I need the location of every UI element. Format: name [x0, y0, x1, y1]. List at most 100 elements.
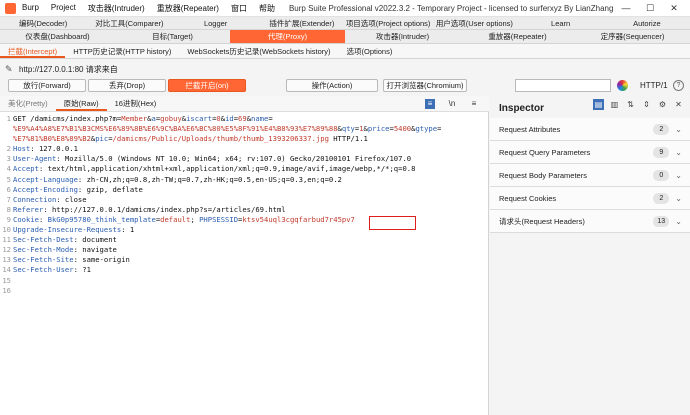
chevron-down-icon[interactable]: ⌄: [675, 148, 682, 157]
newline-icon[interactable]: \n: [447, 99, 457, 109]
inspector-row[interactable]: 请求头(Request Headers) 13 ⌄: [490, 210, 690, 233]
main-tab[interactable]: 用户选项(User options): [431, 17, 517, 29]
wrap-lines-icon[interactable]: ≡: [425, 99, 435, 109]
chevron-down-icon[interactable]: ⌄: [675, 217, 682, 226]
code-token: : Mozilla/5.0 (Windows NT 10.0; Win64; x…: [56, 154, 412, 164]
line-number: 2: [6, 144, 11, 154]
main-tab[interactable]: 攻击器(Intruder): [345, 30, 460, 43]
minimize-icon[interactable]: —: [614, 3, 638, 14]
inspector-row-label: Request Body Parameters: [499, 170, 587, 180]
line-content: Referer: http://127.0.0.1/damicms/index.…: [13, 205, 286, 215]
inspector-row-count: 2: [653, 123, 670, 135]
code-token: Accept: [13, 164, 39, 174]
code-line: 15: [0, 276, 489, 286]
main-tab[interactable]: 插件扩展(Extender): [259, 17, 345, 29]
code-token: name: [251, 114, 269, 123]
maximize-icon[interactable]: ☐: [638, 3, 662, 14]
code-token: Accept-Language: [13, 174, 78, 184]
code-token: Sec-Fetch-User: [13, 265, 74, 275]
inspector-row[interactable]: Request Cookies 2 ⌄: [490, 187, 690, 210]
main-tab[interactable]: Learn: [518, 17, 604, 29]
comment-input[interactable]: [515, 79, 611, 92]
code-token: : 127.0.0.1: [30, 144, 78, 154]
menu-item[interactable]: 重放器(Repeater): [151, 3, 225, 14]
highlight-color-icon[interactable]: [617, 80, 628, 91]
proxy-subtab[interactable]: 选项(Options): [339, 44, 401, 58]
menu-item[interactable]: Project: [45, 3, 82, 14]
main-tab[interactable]: 重放器(Repeater): [460, 30, 575, 43]
forward-button[interactable]: 放行(Forward): [8, 79, 86, 92]
proxy-subtab[interactable]: HTTP历史记录(HTTP history): [65, 44, 179, 58]
drop-button[interactable]: 丢弃(Drop): [88, 79, 166, 92]
code-token: ;: [190, 214, 200, 224]
tab-pretty[interactable]: 美化(Pretty): [0, 96, 56, 111]
chevron-down-icon[interactable]: ⌄: [675, 194, 682, 203]
main-tab[interactable]: 编码(Decoder): [0, 17, 86, 29]
code-token: ktsv54uql3cgqfarbud7r45pv7: [242, 214, 355, 224]
code-token: iscart: [186, 114, 213, 123]
proxy-subtab[interactable]: WebSockets历史记录(WebSockets history): [179, 44, 338, 58]
code-token: Upgrade-Insecure-Requests: [13, 225, 122, 235]
code-token: price: [367, 124, 390, 134]
line-number: 8: [6, 204, 11, 214]
code-token: 5400: [393, 124, 412, 134]
proxy-subtabs: 拦截(Intercept) HTTP历史记录(HTTP history) WebSo…: [0, 44, 690, 59]
proxy-subtab[interactable]: 拦截(Intercept): [0, 44, 66, 58]
code-token: : 1: [121, 225, 135, 235]
http-version-label[interactable]: HTTP/1: [640, 81, 668, 90]
main-tab[interactable]: 对比工具(Comparer): [86, 17, 172, 29]
main-tab[interactable]: 项目选项(Project options): [345, 17, 431, 29]
action-button[interactable]: 操作(Action): [286, 79, 378, 92]
code-line: 7 Connection: close: [0, 195, 489, 205]
code-token: PHPSESSID: [199, 214, 239, 224]
price-highlight-box: [369, 216, 416, 230]
main-tab[interactable]: Autorize: [604, 17, 690, 29]
sort-icon[interactable]: ⇅: [625, 99, 636, 110]
menu-item[interactable]: 攻击器(Intruder): [82, 3, 151, 14]
layout-list-icon[interactable]: ▤: [593, 99, 604, 110]
code-line: 16: [0, 286, 489, 296]
chevron-down-icon[interactable]: ⌄: [675, 171, 682, 180]
inspector-row[interactable]: Request Body Parameters 0 ⌄: [490, 164, 690, 187]
main-tab[interactable]: 仪表盘(Dashboard): [0, 30, 115, 43]
gear-icon[interactable]: ⚙: [657, 99, 668, 110]
inspector-row[interactable]: Request Query Parameters 9 ⌄: [490, 141, 690, 164]
chevron-down-icon[interactable]: ⌄: [675, 125, 682, 134]
open-browser-button[interactable]: 打开浏览器(Chromium): [383, 79, 467, 92]
code-token: id: [225, 114, 234, 123]
code-token: : http://127.0.0.1/damicms/index.php?s=/…: [43, 204, 286, 214]
main-tab[interactable]: 定序器(Sequencer): [575, 30, 690, 43]
tab-raw[interactable]: 原始(Raw): [55, 96, 107, 111]
intercept-toggle-button[interactable]: 拦截开启(on): [168, 79, 246, 92]
inspector-row[interactable]: Request Attributes 2 ⌄: [490, 118, 690, 141]
code-token: default: [160, 214, 191, 224]
main-tab[interactable]: 目标(Target): [115, 30, 230, 43]
code-token: =: [268, 114, 273, 123]
main-tab[interactable]: Logger: [173, 17, 259, 29]
expand-icon[interactable]: ⇕: [641, 99, 652, 110]
code-token: Member: [121, 114, 148, 123]
code-token: : zh-CN,zh;q=0.8,zh-TW;q=0.7,zh-HK;q=0.5…: [77, 174, 342, 184]
inspector-row-label: Request Query Parameters: [499, 147, 591, 157]
main-tab[interactable]: 代理(Proxy): [230, 30, 345, 43]
request-editor: 美化(Pretty) 原始(Raw) 16进制(Hex) ≡ \n ≡ 1 GET…: [0, 96, 489, 415]
tab-hex[interactable]: 16进制(Hex): [107, 96, 165, 111]
menu-item[interactable]: 帮助: [253, 3, 281, 14]
code-token: :: [38, 214, 48, 224]
line-content: Sec-Fetch-User: ?1: [13, 265, 91, 275]
menu-item[interactable]: Burp: [16, 3, 45, 14]
help-icon[interactable]: ?: [673, 80, 684, 91]
close-inspector-icon[interactable]: ✕: [673, 99, 684, 110]
close-icon[interactable]: ✕: [662, 3, 686, 14]
line-content: Sec-Fetch-Dest: document: [13, 235, 117, 245]
line-number: 4: [6, 164, 11, 174]
code-line: 11 Sec-Fetch-Dest: document: [0, 235, 489, 245]
request-bar: ✎ http://127.0.0.1:80 请求来自: [0, 60, 690, 78]
menu-item[interactable]: 窗口: [225, 3, 253, 14]
request-source-label: http://127.0.0.1:80 请求来自: [19, 64, 118, 74]
line-number: 6: [6, 184, 11, 194]
request-code[interactable]: 1 GET /damicms/index.php?m=Member&a=gobuy…: [0, 114, 489, 414]
code-token: Host: [13, 144, 31, 154]
layout-columns-icon[interactable]: ▥: [609, 99, 620, 110]
menu-icon[interactable]: ≡: [469, 99, 479, 109]
